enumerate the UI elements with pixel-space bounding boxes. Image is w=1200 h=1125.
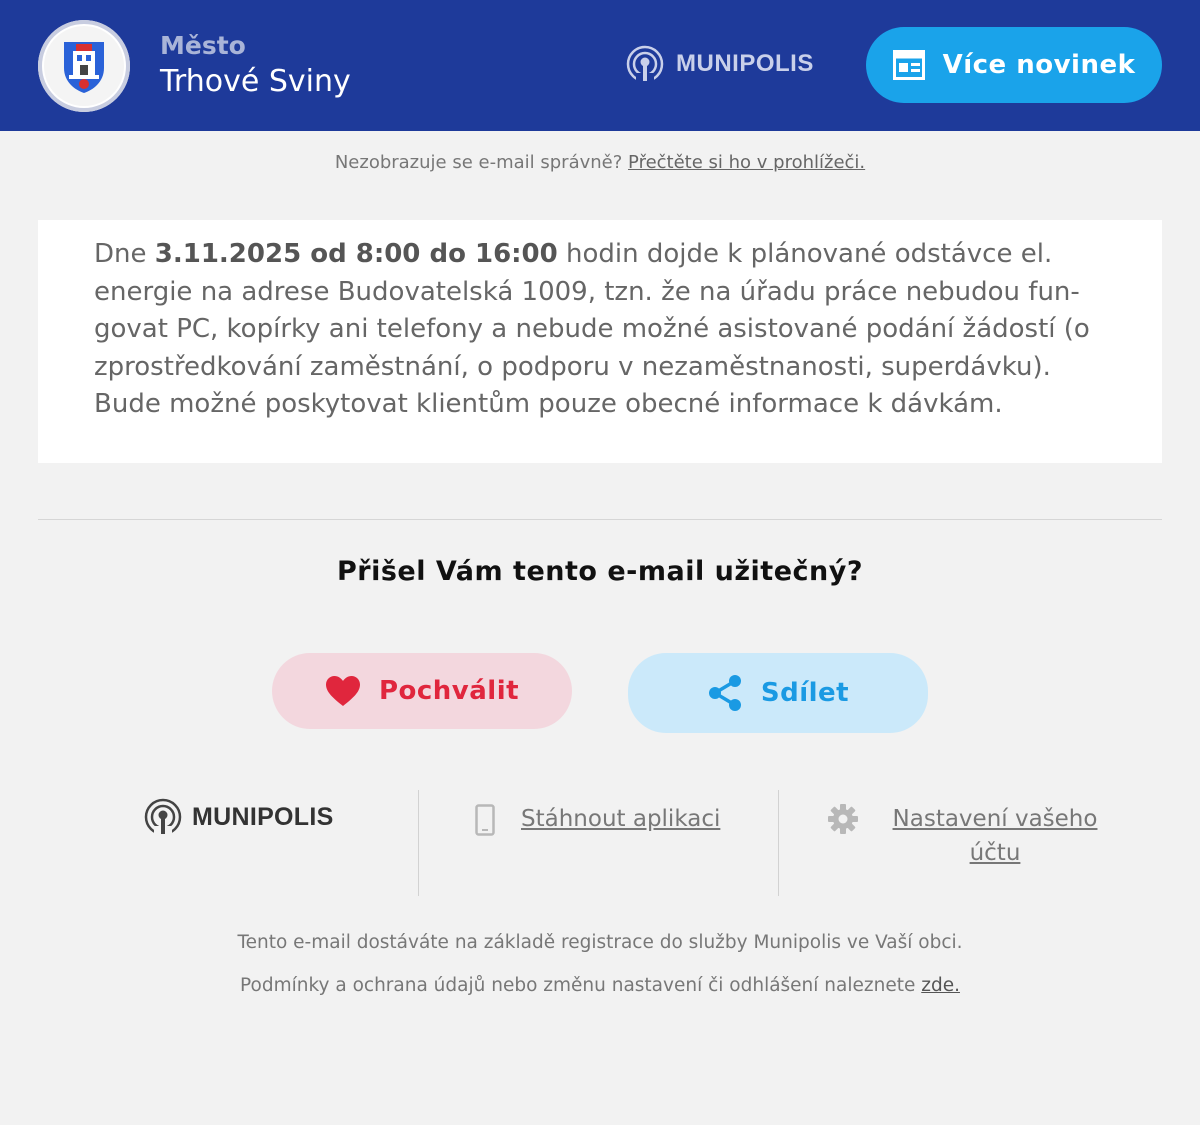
registration-note: Tento e-mail dostáváte na základě regist… — [237, 932, 963, 953]
munipolis-signal-icon — [144, 798, 182, 836]
terms-note-text: Podmínky a ochrana údajů nebo změnu nast… — [240, 975, 916, 996]
praise-label: Pochválit — [378, 676, 520, 706]
feedback-question: Přišel Vám tento e-mail užitečný? — [336, 556, 864, 587]
city-crest-icon — [64, 42, 104, 93]
download-app-item: Stáhnout aplikaci — [475, 802, 720, 836]
newspaper-icon — [892, 50, 925, 80]
more-news-button[interactable]: Více novinek — [866, 27, 1162, 103]
city-title: Město Trhové Sviny — [160, 30, 351, 102]
message-intro: Dne — [94, 239, 155, 269]
share-label: Sdílet — [760, 678, 850, 708]
account-settings-item: Nastavení vašeho účtu — [827, 802, 1105, 870]
mobile-phone-icon — [475, 804, 495, 836]
munipolis-logo-footer[interactable]: MUNIPOLIS — [144, 798, 334, 836]
footer-app-column: Stáhnout aplikaci — [418, 790, 776, 896]
city-name: Trhové Sviny — [160, 64, 351, 99]
message-text: Dne 3.11.2025 od 8:00 do 16:00 hodin doj… — [94, 236, 1114, 424]
munipolis-logo-header[interactable]: MUNIPOLIS — [626, 44, 814, 84]
footer-brand-name: MUNIPOLIS — [192, 802, 334, 831]
preheader: Nezobrazuje se e-mail správně? Přečtěte … — [0, 152, 1200, 173]
account-settings-link[interactable]: Nastavení vašeho účtu — [885, 802, 1105, 870]
message-card: Dne 3.11.2025 od 8:00 do 16:00 hodin doj… — [38, 220, 1162, 463]
divider — [38, 519, 1162, 520]
terms-note: Podmínky a ochrana údajů nebo změnu nast… — [0, 975, 1200, 996]
more-news-label: Více novinek — [942, 50, 1136, 80]
email-header: Město Trhové Sviny MUNIPOLIS Více novine… — [0, 0, 1200, 131]
heart-icon — [325, 676, 360, 706]
share-icon — [708, 675, 741, 711]
view-in-browser-link[interactable]: Přečtěte si ho v prohlížeči. — [628, 152, 865, 173]
share-button[interactable]: Sdílet — [628, 653, 928, 733]
city-crest-avatar[interactable] — [38, 20, 130, 112]
footer-brand-column: MUNIPOLIS — [38, 790, 416, 896]
message-date-highlight: 3.11.2025 od 8:00 do 16:00 — [154, 239, 558, 269]
praise-button[interactable]: Pochválit — [272, 653, 572, 729]
munipolis-signal-icon — [626, 45, 664, 83]
terms-here-link[interactable]: zde. — [921, 975, 960, 996]
gear-icon — [828, 804, 858, 834]
footer-settings-column: Nastavení vašeho účtu — [778, 790, 1162, 896]
download-app-link[interactable]: Stáhnout aplikaci — [521, 802, 720, 836]
preheader-text: Nezobrazuje se e-mail správně? — [334, 152, 623, 173]
brand-name: MUNIPOLIS — [676, 50, 814, 77]
city-prefix: Město — [160, 31, 246, 60]
